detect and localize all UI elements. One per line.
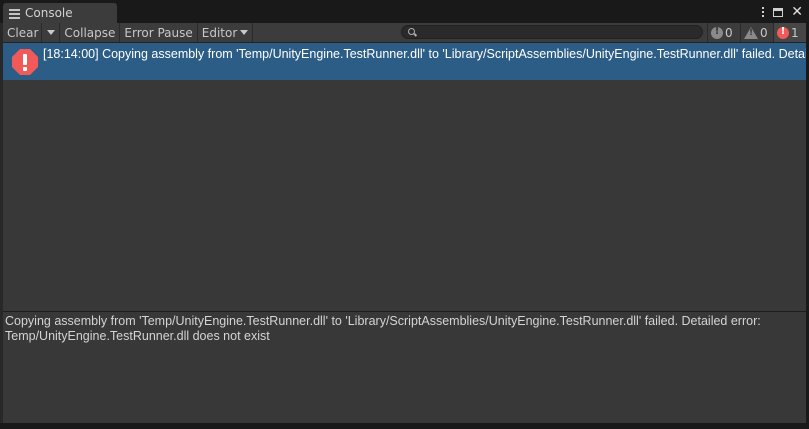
log-list[interactable]: [18:14:00] Copying assembly from 'Temp/U…: [3, 43, 806, 311]
error-pause-button-label: Error Pause: [124, 25, 193, 40]
detail-line-1: Copying assembly from 'Temp/UnityEngine.…: [5, 314, 761, 328]
warning-icon: [744, 26, 758, 39]
window-controls: ✕: [762, 3, 803, 21]
warning-count-toggle[interactable]: 0: [740, 23, 773, 42]
editor-dropdown[interactable]: Editor: [198, 23, 254, 42]
clear-button-label: Clear: [7, 25, 39, 40]
error-count-toggle[interactable]: 1: [773, 23, 806, 42]
console-icon: [9, 8, 20, 19]
log-detail-pane[interactable]: Copying assembly from 'Temp/UnityEngine.…: [3, 311, 806, 423]
detail-line-2: Temp/UnityEngine.TestRunner.dll does not…: [5, 329, 270, 343]
log-detail-text: Copying assembly from 'Temp/UnityEngine.…: [5, 314, 795, 344]
collapse-button-label: Collapse: [64, 25, 116, 40]
clear-button[interactable]: Clear: [3, 23, 43, 42]
warning-count: 0: [760, 25, 768, 40]
info-icon: [711, 26, 723, 39]
clear-options-dropdown[interactable]: [42, 23, 61, 42]
search-input[interactable]: [418, 26, 698, 38]
search-field[interactable]: [401, 25, 703, 39]
collapse-button[interactable]: Collapse: [60, 23, 121, 42]
tab-strip: Console ✕: [0, 0, 809, 23]
error-icon: [777, 26, 789, 39]
console-window: Console ✕ Clear Collapse Error Pause Edi…: [0, 0, 809, 429]
error-badge-icon: [12, 49, 38, 75]
log-entry-text: [18:14:00] Copying assembly from 'Temp/U…: [43, 47, 806, 61]
maximize-icon[interactable]: [773, 7, 784, 17]
chevron-down-icon: [46, 30, 55, 35]
info-count-toggle[interactable]: 0: [707, 23, 740, 42]
search-icon: [408, 28, 415, 35]
close-icon[interactable]: ✕: [791, 5, 803, 19]
error-pause-button[interactable]: Error Pause: [120, 23, 198, 42]
error-count: 1: [791, 25, 799, 40]
console-toolbar: Clear Collapse Error Pause Editor 0 0: [3, 23, 806, 43]
tab-label: Console: [25, 6, 73, 20]
info-count: 0: [725, 25, 733, 40]
log-entry-row[interactable]: [18:14:00] Copying assembly from 'Temp/U…: [3, 43, 806, 80]
editor-dropdown-label: Editor: [201, 25, 238, 40]
tab-console[interactable]: Console: [3, 3, 117, 23]
chevron-down-icon: [240, 30, 249, 35]
more-options-icon[interactable]: [762, 7, 765, 17]
window-border-bottom: [0, 423, 809, 429]
